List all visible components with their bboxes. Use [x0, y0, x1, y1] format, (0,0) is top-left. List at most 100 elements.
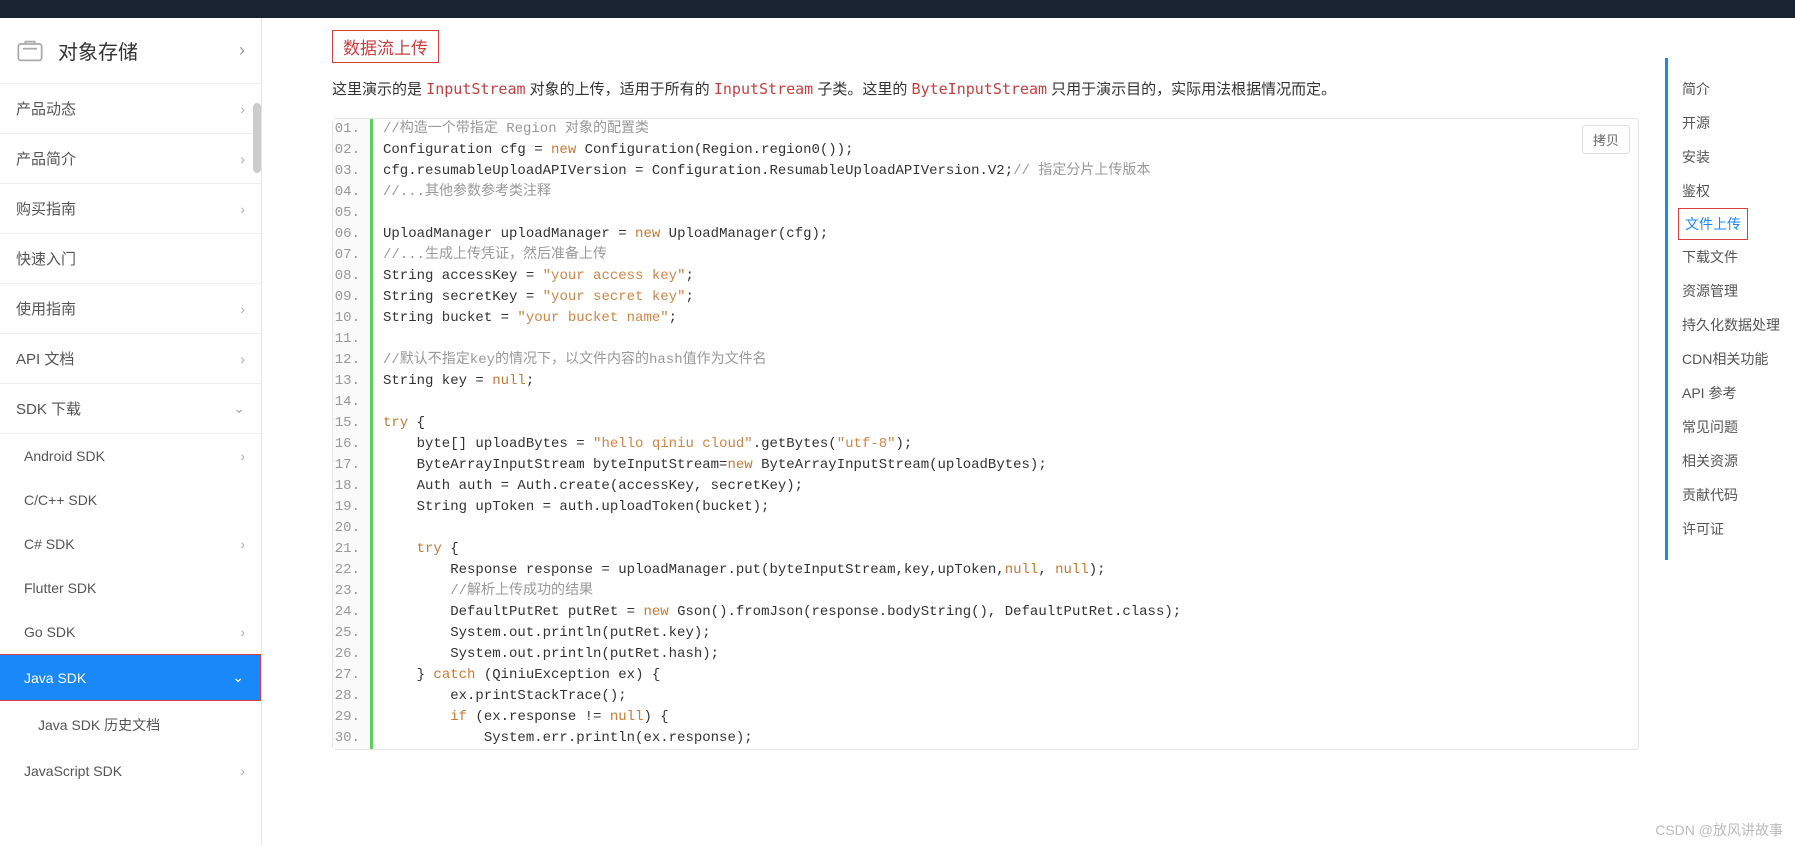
rightnav-item[interactable]: 下载文件	[1682, 240, 1795, 274]
sidebar-item[interactable]: API 文档›	[0, 334, 261, 384]
line-number: 15.	[333, 413, 373, 434]
sidebar-item-java-sdk[interactable]: Java SDK⌄	[0, 654, 261, 701]
code-content: cfg.resumableUploadAPIVersion = Configur…	[373, 161, 1150, 182]
sidebar-header[interactable]: 对象存储 ›	[0, 18, 261, 84]
sidebar-item-label: C/C++ SDK	[24, 492, 245, 508]
code-content	[373, 518, 383, 539]
code-content	[373, 329, 383, 350]
code-content: String upToken = auth.uploadToken(bucket…	[373, 497, 769, 518]
line-number: 07.	[333, 245, 373, 266]
code-line: 23. //解析上传成功的结果	[333, 581, 1638, 602]
code-line: 10.String bucket = "your bucket name";	[333, 308, 1638, 329]
rightnav-item[interactable]: 资源管理	[1682, 274, 1795, 308]
rightnav-item[interactable]: 贡献代码	[1682, 478, 1795, 512]
code-line: 19. String upToken = auth.uploadToken(bu…	[333, 497, 1638, 518]
chevron-icon: ›	[240, 301, 245, 317]
line-number: 12.	[333, 350, 373, 371]
code-line: 11.	[333, 329, 1638, 350]
code-content: byte[] uploadBytes = "hello qiniu cloud"…	[373, 434, 912, 455]
sidebar-item[interactable]: JavaScript SDK›	[0, 749, 261, 793]
sidebar-item[interactable]: 快速入门	[0, 234, 261, 284]
code-line: 27. } catch (QiniuException ex) {	[333, 665, 1638, 686]
section-description: 这里演示的是 InputStream 对象的上传，适用于所有的 InputStr…	[332, 77, 1639, 102]
rightnav-item[interactable]: 持久化数据处理	[1682, 308, 1795, 342]
sidebar-item[interactable]: C# SDK›	[0, 522, 261, 566]
line-number: 10.	[333, 308, 373, 329]
code-line: 06.UploadManager uploadManager = new Upl…	[333, 224, 1638, 245]
chevron-icon: ›	[240, 351, 245, 367]
sidebar-item[interactable]: 使用指南›	[0, 284, 261, 334]
code-content: //默认不指定key的情况下，以文件内容的hash值作为文件名	[373, 350, 767, 371]
rightnav-item[interactable]: CDN相关功能	[1682, 342, 1795, 376]
line-number: 14.	[333, 392, 373, 413]
code-content: ByteArrayInputStream byteInputStream=new…	[373, 455, 1047, 476]
code-content: System.err.println(ex.response);	[373, 728, 753, 749]
section-title: 数据流上传	[332, 30, 439, 63]
line-number: 22.	[333, 560, 373, 581]
rightnav-item[interactable]: 相关资源	[1682, 444, 1795, 478]
rightnav-item[interactable]: 文件上传	[1678, 208, 1748, 240]
code-line: 25. System.out.println(putRet.key);	[333, 623, 1638, 644]
line-number: 21.	[333, 539, 373, 560]
rightnav-item[interactable]: 鉴权	[1682, 174, 1795, 208]
storage-icon	[16, 39, 44, 63]
sidebar-item-label: 产品简介	[16, 148, 240, 169]
sidebar-item-label: API 文档	[16, 348, 240, 369]
code-content: try {	[373, 539, 459, 560]
line-number: 25.	[333, 623, 373, 644]
code-line: 13.String key = null;	[333, 371, 1638, 392]
chevron-icon: ›	[240, 201, 245, 217]
sidebar-item[interactable]: Java SDK 历史文档	[0, 701, 261, 749]
sidebar-item-label: Java SDK	[24, 670, 232, 686]
sidebar-title: 对象存储	[58, 36, 239, 65]
code-line: 24. DefaultPutRet putRet = new Gson().fr…	[333, 602, 1638, 623]
line-number: 17.	[333, 455, 373, 476]
sidebar-item[interactable]: Go SDK›	[0, 610, 261, 654]
rightnav-item[interactable]: 开源	[1682, 106, 1795, 140]
code-line: 17. ByteArrayInputStream byteInputStream…	[333, 455, 1638, 476]
code-content: //...生成上传凭证，然后准备上传	[373, 245, 607, 266]
sidebar-item[interactable]: 购买指南›	[0, 184, 261, 234]
code-line: 09.String secretKey = "your secret key";	[333, 287, 1638, 308]
rightnav-item[interactable]: 许可证	[1682, 512, 1795, 546]
sidebar-item[interactable]: Flutter SDK	[0, 566, 261, 610]
code-line: 16. byte[] uploadBytes = "hello qiniu cl…	[333, 434, 1638, 455]
scrollbar-thumb[interactable]	[253, 103, 261, 173]
rightnav-item[interactable]: 简介	[1682, 72, 1795, 106]
chevron-icon: ›	[240, 536, 245, 552]
code-content: String key = null;	[373, 371, 534, 392]
code-line: 08.String accessKey = "your access key";	[333, 266, 1638, 287]
code-inline: InputStream	[714, 80, 813, 98]
code-content: UploadManager uploadManager = new Upload…	[373, 224, 828, 245]
sidebar-item[interactable]: C/C++ SDK	[0, 478, 261, 522]
line-number: 23.	[333, 581, 373, 602]
chevron-icon: ›	[240, 763, 245, 779]
code-line: 18. Auth auth = Auth.create(accessKey, s…	[333, 476, 1638, 497]
line-number: 11.	[333, 329, 373, 350]
copy-button[interactable]: 拷贝	[1582, 125, 1630, 154]
line-number: 04.	[333, 182, 373, 203]
line-number: 03.	[333, 161, 373, 182]
code-content: System.out.println(putRet.key);	[373, 623, 711, 644]
line-number: 28.	[333, 686, 373, 707]
code-line: 12.//默认不指定key的情况下，以文件内容的hash值作为文件名	[333, 350, 1638, 371]
code-line: 14.	[333, 392, 1638, 413]
line-number: 06.	[333, 224, 373, 245]
rightnav-item[interactable]: 安装	[1682, 140, 1795, 174]
sidebar-item-label: Java SDK 历史文档	[38, 715, 245, 735]
rightnav-item[interactable]: API 参考	[1682, 376, 1795, 410]
sidebar-item[interactable]: SDK 下载⌄	[0, 384, 261, 434]
line-number: 19.	[333, 497, 373, 518]
code-content	[373, 203, 383, 224]
code-inline: InputStream	[426, 80, 525, 98]
code-block: 拷贝 01.//构造一个带指定 Region 对象的配置类02.Configur…	[332, 118, 1639, 750]
sidebar-item[interactable]: 产品简介›	[0, 134, 261, 184]
sidebar-item[interactable]: Android SDK›	[0, 434, 261, 478]
code-content: Auth auth = Auth.create(accessKey, secre…	[373, 476, 803, 497]
chevron-icon: ›	[240, 101, 245, 117]
code-content: if (ex.response != null) {	[373, 707, 669, 728]
sidebar-item-label: Go SDK	[24, 624, 240, 640]
sidebar-item[interactable]: 产品动态›	[0, 84, 261, 134]
chevron-icon: ⌄	[232, 669, 244, 686]
rightnav-item[interactable]: 常见问题	[1682, 410, 1795, 444]
